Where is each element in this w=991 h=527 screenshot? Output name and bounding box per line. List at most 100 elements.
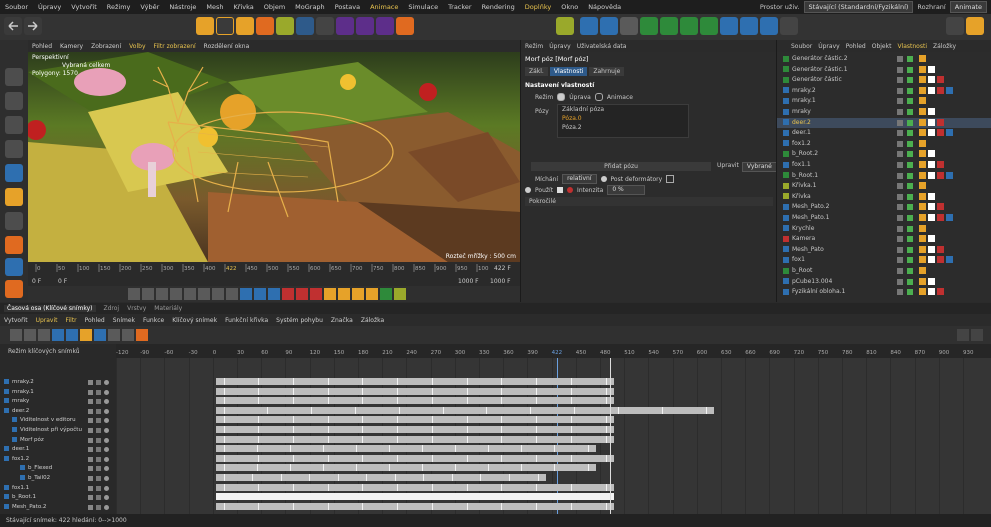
keyframe[interactable] [397,387,398,395]
keyframe[interactable] [536,435,537,443]
frame-all-icon[interactable] [80,329,92,341]
menu-item[interactable]: MoGraph [295,3,325,11]
object-tag-icon[interactable] [928,256,935,264]
visibility-icon[interactable] [897,246,903,253]
keyframe[interactable] [618,406,619,414]
enabled-check-icon[interactable] [907,140,913,147]
next-frame-icon[interactable] [198,288,210,300]
track-lock-icon[interactable] [88,389,93,395]
menu-item[interactable]: Animace [370,3,398,11]
keyframe[interactable] [258,502,259,510]
pose-item[interactable]: Základní póza [558,105,688,114]
keyframe[interactable] [362,426,363,433]
link-view-icon[interactable] [52,329,64,341]
enabled-check-icon[interactable] [907,172,913,179]
keyframe[interactable] [362,493,363,501]
keyframe-bar[interactable] [216,493,614,501]
visibility-icon[interactable] [897,278,903,285]
object-tag-icon[interactable] [919,108,926,115]
keyframe[interactable] [395,474,396,481]
object-row[interactable]: b_Root.2 [777,149,991,159]
keyframe[interactable] [328,397,329,405]
track-solo-icon[interactable] [96,485,101,491]
object-row[interactable]: Krychle [777,224,991,234]
track-row[interactable]: fox1.1 [0,484,116,493]
track-lock-icon[interactable] [88,495,93,501]
object-menu-item[interactable]: Úpravy [818,43,839,50]
visibility-icon[interactable] [897,130,903,137]
object-tag-icon[interactable] [928,86,935,94]
keyframe[interactable] [356,464,357,472]
keyframe[interactable] [501,378,502,385]
keyframe[interactable] [328,454,329,462]
object-tag-icon[interactable] [928,235,935,243]
timeline-menu-item[interactable]: Upravit [36,317,58,324]
keyframe[interactable] [432,426,433,433]
keyframe-selection-icon[interactable] [310,288,322,300]
keyframe[interactable] [281,474,282,481]
keyframe[interactable] [571,435,572,443]
frame-field[interactable]: 0 F [58,278,68,285]
enabled-check-icon[interactable] [907,225,913,232]
track-lock-icon[interactable] [88,476,93,481]
track-lock-icon[interactable] [88,380,93,385]
object-tag-icon[interactable] [946,129,953,137]
visibility-icon[interactable] [897,236,903,243]
keyframe[interactable] [389,445,390,453]
keyframe[interactable] [606,435,607,443]
keyframe[interactable] [467,493,468,501]
object-tag-icon[interactable] [919,203,926,211]
keyframe[interactable] [224,483,225,491]
object-tag-icon[interactable] [919,129,926,137]
track-solo-icon[interactable] [96,466,101,472]
keyframe[interactable] [258,454,259,462]
keyframe[interactable] [258,435,259,443]
autokey-icon[interactable] [268,288,280,300]
object-row[interactable]: pCube13.004 [777,277,991,287]
keyframe[interactable] [486,406,487,414]
keyframe[interactable] [501,454,502,462]
menu-item[interactable]: Rendering [482,3,515,11]
motion-mode-icon[interactable] [38,329,50,341]
object-tag-icon[interactable] [919,288,926,296]
keyframe[interactable] [606,416,607,424]
keyframe[interactable] [588,445,589,453]
track-lock-icon[interactable] [88,418,93,424]
keyframe[interactable] [455,464,456,472]
workplane-icon[interactable] [5,258,23,276]
layout-icon[interactable] [946,17,964,35]
track-solo-icon[interactable] [96,495,101,501]
track-lock-icon[interactable] [88,447,93,453]
position-key-icon[interactable] [324,288,336,300]
object-tag-icon[interactable] [937,161,944,168]
object-tag-icon[interactable] [937,214,944,221]
object-row[interactable]: deer.2 [777,117,991,128]
play-reverse-icon[interactable] [170,288,182,300]
keyframe[interactable] [480,474,481,481]
prev-frame-icon[interactable] [156,288,168,300]
enabled-check-icon[interactable] [907,162,913,168]
object-tag-icon[interactable] [937,129,944,137]
keyframe[interactable] [606,387,607,395]
timeline-tab[interactable]: Zdroj [104,305,120,312]
keyframe[interactable] [328,387,329,395]
keyframe[interactable] [571,454,572,462]
keyframe[interactable] [293,378,294,385]
track-solo-icon[interactable] [96,389,101,395]
render-view-icon[interactable] [556,17,574,35]
tab-basic[interactable]: Zákl. [525,67,548,76]
keyframe[interactable] [258,387,259,395]
keyframe[interactable] [397,426,398,433]
world-system-icon[interactable] [396,17,414,35]
object-row[interactable]: Generátor částic.2 [777,54,991,64]
keyframe[interactable] [467,502,468,510]
keyframe[interactable] [521,445,522,453]
keyframe[interactable] [536,378,537,385]
rotation-key-icon[interactable] [352,288,364,300]
timeline-tab[interactable]: Časová osa (Klíčové snímky) [4,305,96,312]
use-checkbox[interactable] [557,187,564,193]
track-mute-icon[interactable] [104,437,109,443]
current-frame[interactable]: 422 F [494,265,511,272]
track-mute-icon[interactable] [104,447,109,453]
menu-item[interactable]: Soubor [5,3,28,11]
